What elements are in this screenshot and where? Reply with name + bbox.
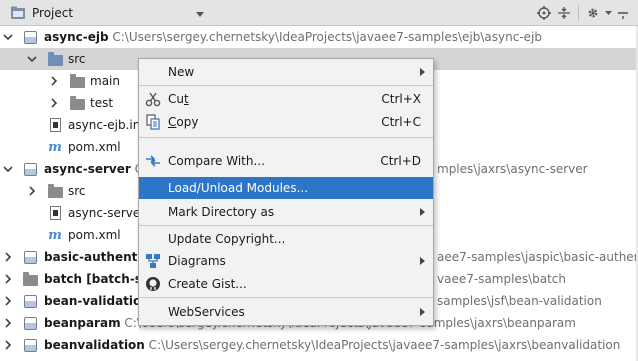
menu-separator — [139, 225, 433, 226]
menu-item-label: New — [168, 65, 195, 79]
tree-node-label: async-ejb.im — [68, 118, 145, 132]
module-name: bean-validation — [44, 294, 150, 308]
menu-item-compare-with[interactable]: Compare With... Ctrl+D — [139, 150, 433, 172]
menu-item-label: Load/Unload Modules... — [168, 181, 309, 195]
chevron-right-icon[interactable] — [3, 340, 13, 350]
module-path-tail: vaee7-samples\batch — [437, 272, 566, 286]
tree-node-label: beanvalidation C:\Users\sergey.chernetsk… — [44, 338, 620, 352]
shortcut-label: Ctrl+C — [381, 115, 421, 129]
menu-item-cut[interactable]: Cut Ctrl+X — [139, 88, 433, 110]
menu-item-label: Diagrams — [168, 254, 226, 268]
menu-item-label: Update Copyright... — [168, 232, 286, 246]
chevron-down-icon[interactable] — [3, 32, 13, 42]
shortcut-label: Ctrl+X — [381, 92, 421, 106]
iml-file-icon — [47, 205, 63, 221]
module-name: beanparam — [44, 316, 121, 330]
module-name: batch [batch-sa — [44, 272, 151, 286]
collapse-all-icon[interactable] — [555, 4, 573, 22]
menu-separator — [139, 297, 433, 298]
context-menu: New Cut Ctrl+X Copy Ctrl+C Compare With.… — [138, 58, 434, 326]
submenu-arrow-icon — [420, 208, 425, 216]
module-icon — [22, 337, 38, 353]
menu-item-label: WebServices — [168, 305, 245, 319]
folder-icon — [22, 271, 38, 288]
module-icon — [22, 249, 38, 265]
tree-node-label: async-ejb C:\Users\sergey.chernetsky\Ide… — [44, 30, 542, 44]
tree-node-label: async-server — [68, 206, 146, 220]
menu-separator — [139, 85, 433, 86]
menu-item-update-copyright[interactable]: Update Copyright... — [139, 228, 433, 250]
menu-item-create-gist[interactable]: Create Gist... — [139, 273, 433, 295]
module-path: C:\Users\sergey.chernetsky\IdeaProjects\… — [148, 338, 621, 352]
chevron-right-icon[interactable] — [3, 296, 13, 306]
chevron-right-icon[interactable] — [3, 252, 13, 262]
project-icon — [10, 6, 26, 23]
submenu-arrow-icon — [420, 257, 425, 265]
folder-icon — [47, 183, 63, 200]
tree-node-label: pom.xml — [68, 228, 121, 242]
project-view-title[interactable]: Project — [32, 6, 73, 20]
maven-icon: m — [48, 139, 62, 155]
settings-icon[interactable] — [584, 4, 602, 22]
compare-icon — [145, 153, 161, 169]
module-name: beanvalidation — [44, 338, 145, 352]
chevron-right-icon[interactable] — [3, 318, 13, 328]
tree-node-label: async-server C — [44, 162, 143, 176]
project-toolbar: Project — [0, 0, 638, 26]
folder-icon — [47, 51, 63, 68]
module-path-tail: mples\jaxrs\async-server — [437, 162, 588, 176]
menu-item-copy[interactable]: Copy Ctrl+C — [139, 111, 433, 133]
shortcut-label: Ctrl+D — [380, 154, 421, 168]
tree-node-label: src — [68, 52, 86, 66]
menu-item-label: Cut — [168, 92, 189, 106]
menu-item-load-unload-modules[interactable]: Load/Unload Modules... — [139, 177, 433, 199]
tree-row-async-ejb[interactable]: async-ejb C:\Users\sergey.chernetsky\Ide… — [0, 26, 638, 48]
menu-item-diagrams[interactable]: Diagrams — [139, 250, 433, 272]
tree-node-label: main — [90, 74, 120, 88]
chevron-down-icon[interactable] — [196, 7, 204, 21]
menu-item-label: Mark Directory as — [168, 205, 275, 219]
chevron-right-icon[interactable] — [49, 76, 59, 86]
module-icon — [22, 29, 38, 45]
copy-icon — [145, 114, 161, 130]
folder-icon — [69, 73, 85, 90]
module-name: async-server — [44, 162, 131, 176]
settings-dropdown-icon[interactable] — [604, 4, 612, 22]
tree-node-label: test — [90, 96, 114, 110]
hide-icon[interactable] — [614, 4, 632, 22]
tree-node-label: src — [68, 184, 86, 198]
chevron-down-icon[interactable] — [3, 164, 13, 174]
chevron-right-icon[interactable] — [27, 186, 37, 196]
menu-item-new[interactable]: New — [139, 61, 433, 83]
diagram-icon — [145, 253, 161, 269]
module-icon — [22, 161, 38, 177]
maven-icon: m — [48, 227, 62, 243]
chevron-right-icon[interactable] — [3, 274, 13, 284]
submenu-arrow-icon — [420, 68, 425, 76]
module-path-tail: aee7-samples\jaspic\basic-authenti — [437, 250, 638, 264]
module-name: async-ejb — [44, 30, 109, 44]
menu-item-label: Copy — [168, 115, 199, 129]
module-name: basic-authentic — [44, 250, 149, 264]
menu-separator — [139, 137, 433, 138]
submenu-arrow-icon — [420, 308, 425, 316]
chevron-down-icon[interactable] — [27, 54, 37, 64]
module-icon — [22, 293, 38, 309]
iml-file-icon — [47, 117, 63, 133]
chevron-right-icon[interactable] — [49, 98, 59, 108]
tree-node-label: pom.xml — [68, 140, 121, 154]
locate-icon[interactable] — [535, 4, 553, 22]
module-path-tail: samples\jsf\bean-validation — [437, 294, 602, 308]
menu-item-label: Create Gist... — [168, 277, 247, 291]
module-icon — [22, 315, 38, 331]
scissors-icon — [145, 91, 161, 107]
menu-item-label: Compare With... — [168, 154, 265, 168]
folder-icon — [69, 95, 85, 112]
tree-row-beanvalidation[interactable]: beanvalidation C:\Users\sergey.chernetsk… — [0, 334, 638, 356]
menu-item-webservices[interactable]: WebServices — [139, 301, 433, 323]
toolbar-divider — [578, 5, 579, 21]
github-icon — [145, 276, 161, 292]
module-path: C:\Users\sergey.chernetsky\IdeaProjects\… — [112, 30, 542, 44]
menu-item-mark-directory-as[interactable]: Mark Directory as — [139, 201, 433, 223]
